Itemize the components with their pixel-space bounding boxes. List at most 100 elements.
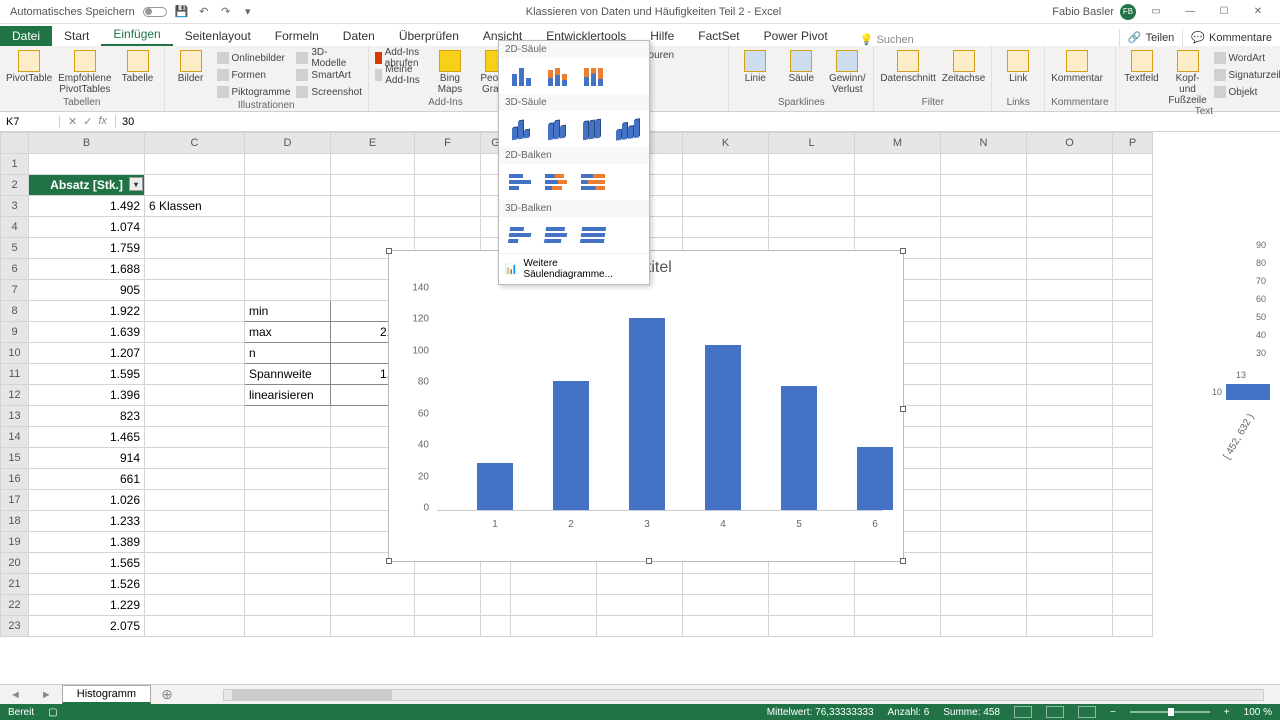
kopfzeile-button[interactable]: Kopf- und Fußzeile <box>1168 50 1208 106</box>
col-header[interactable]: L <box>769 133 855 154</box>
cell[interactable]: 1.922 <box>29 301 145 322</box>
horizontal-scrollbar[interactable] <box>223 689 1264 701</box>
col-header[interactable]: D <box>245 133 331 154</box>
cell[interactable]: 1.074 <box>29 217 145 238</box>
share-button[interactable]: 🔗 Teilen <box>1119 29 1182 46</box>
cell[interactable]: min <box>245 301 331 322</box>
row-header[interactable]: 4 <box>1 217 29 238</box>
formula-input[interactable]: 30 <box>116 116 1280 128</box>
3d-stacked-bar-option[interactable] <box>541 221 573 249</box>
row-header[interactable]: 17 <box>1 490 29 511</box>
row-header[interactable]: 2 <box>1 175 29 196</box>
zoom-in-icon[interactable]: + <box>1224 707 1230 718</box>
close-icon[interactable]: ✕ <box>1244 2 1272 22</box>
comments-button[interactable]: 💬 Kommentare <box>1182 29 1280 46</box>
sparkline-gewinn-button[interactable]: Gewinn/ Verlust <box>827 50 867 95</box>
sheet-tab-histogramm[interactable]: Histogramm <box>62 685 151 704</box>
row-header[interactable]: 9 <box>1 322 29 343</box>
row-header[interactable]: 16 <box>1 469 29 490</box>
chart-bar[interactable] <box>553 381 589 510</box>
row-header[interactable]: 10 <box>1 343 29 364</box>
col-header[interactable]: E <box>331 133 415 154</box>
page-layout-view-icon[interactable] <box>1046 706 1064 718</box>
3d-stacked-column-option[interactable] <box>541 115 573 143</box>
row-header[interactable]: 23 <box>1 616 29 637</box>
resize-handle[interactable] <box>900 406 906 412</box>
more-column-charts-button[interactable]: 📊 Weitere Säulendiagramme... <box>499 253 649 284</box>
col-header[interactable]: C <box>145 133 245 154</box>
chart-bar[interactable] <box>629 318 665 510</box>
cell[interactable]: 1.595 <box>29 364 145 385</box>
cell[interactable]: 914 <box>29 448 145 469</box>
3d-100pct-column-option[interactable] <box>576 115 608 143</box>
stacked-column-option[interactable] <box>541 62 573 90</box>
chart-bar[interactable] <box>477 463 513 510</box>
resize-handle[interactable] <box>900 248 906 254</box>
3d-clustered-bar-option[interactable] <box>505 221 537 249</box>
clustered-column-option[interactable] <box>505 62 537 90</box>
sheet-nav-next-icon[interactable]: ► <box>31 689 62 701</box>
name-box[interactable]: K7 <box>0 116 60 128</box>
row-header[interactable]: 11 <box>1 364 29 385</box>
col-header[interactable]: P <box>1113 133 1153 154</box>
cell-header-absatz[interactable]: Absatz [Stk.]▾ <box>29 175 145 196</box>
cell[interactable]: Spannweite <box>245 364 331 385</box>
tab-factset[interactable]: FactSet <box>686 26 751 46</box>
qat-more-icon[interactable]: ▾ <box>241 5 255 19</box>
tab-seitenlayout[interactable]: Seitenlayout <box>173 26 263 46</box>
ribbon-options-icon[interactable]: ▭ <box>1142 2 1170 22</box>
col-header[interactable]: O <box>1027 133 1113 154</box>
cell[interactable]: 1.396 <box>29 385 145 406</box>
zoom-slider[interactable] <box>1130 711 1210 713</box>
stacked-bar-option[interactable] <box>541 168 573 196</box>
zeitachse-button[interactable]: Zeitachse <box>942 50 985 84</box>
cell[interactable]: 1.229 <box>29 595 145 616</box>
row-header[interactable]: 12 <box>1 385 29 406</box>
3d-clustered-column-option[interactable] <box>505 115 537 143</box>
row-header[interactable]: 15 <box>1 448 29 469</box>
tab-powerpivot[interactable]: Power Pivot <box>752 26 840 46</box>
sparkline-linie-button[interactable]: Linie <box>735 50 775 84</box>
cell[interactable]: 2.075 <box>29 616 145 637</box>
minimize-icon[interactable]: — <box>1176 2 1204 22</box>
accept-formula-icon[interactable]: ✓ <box>83 115 92 128</box>
chart-plot-area[interactable]: 020406080100120140 123456 <box>437 281 883 541</box>
chart-bar[interactable] <box>781 386 817 510</box>
page-break-view-icon[interactable] <box>1078 706 1096 718</box>
3d-100pct-bar-option[interactable] <box>577 221 609 249</box>
row-header[interactable]: 18 <box>1 511 29 532</box>
chart-bar[interactable] <box>857 447 893 510</box>
cell[interactable]: 1.389 <box>29 532 145 553</box>
row-header[interactable]: 7 <box>1 280 29 301</box>
col-header[interactable]: F <box>415 133 481 154</box>
cell[interactable]: 823 <box>29 406 145 427</box>
col-header[interactable]: M <box>855 133 941 154</box>
add-sheet-icon[interactable]: ⊕ <box>151 686 183 703</box>
search-label[interactable]: Suchen <box>876 34 913 46</box>
chart-bar[interactable] <box>705 345 741 510</box>
col-header[interactable]: K <box>683 133 769 154</box>
save-icon[interactable]: 💾 <box>175 5 189 19</box>
user-avatar[interactable]: FB <box>1120 4 1136 20</box>
textfeld-button[interactable]: Textfeld <box>1122 50 1162 84</box>
meine-addins-button[interactable]: Meine Add-Ins <box>375 67 424 83</box>
tab-start[interactable]: Start <box>52 26 101 46</box>
filter-icon[interactable]: ▾ <box>129 177 143 191</box>
row-header[interactable]: 19 <box>1 532 29 553</box>
row-header[interactable]: 14 <box>1 427 29 448</box>
col-header[interactable]: N <box>941 133 1027 154</box>
row-header[interactable]: 8 <box>1 301 29 322</box>
zoom-out-icon[interactable]: − <box>1110 707 1116 718</box>
100pct-stacked-bar-option[interactable] <box>577 168 609 196</box>
resize-handle[interactable] <box>646 558 652 564</box>
screenshot-button[interactable]: Screenshot <box>296 84 362 100</box>
resize-handle[interactable] <box>900 558 906 564</box>
bing-maps-button[interactable]: Bing Maps <box>430 50 470 95</box>
clustered-bar-option[interactable] <box>505 168 537 196</box>
cell[interactable]: 1.759 <box>29 238 145 259</box>
resize-handle[interactable] <box>386 248 392 254</box>
cancel-formula-icon[interactable]: ✕ <box>68 115 77 128</box>
signatur-button[interactable]: Signaturzeile <box>1214 67 1280 83</box>
col-header[interactable]: B <box>29 133 145 154</box>
chart-object[interactable]: mmtitel 020406080100120140 123456 <box>388 250 904 562</box>
